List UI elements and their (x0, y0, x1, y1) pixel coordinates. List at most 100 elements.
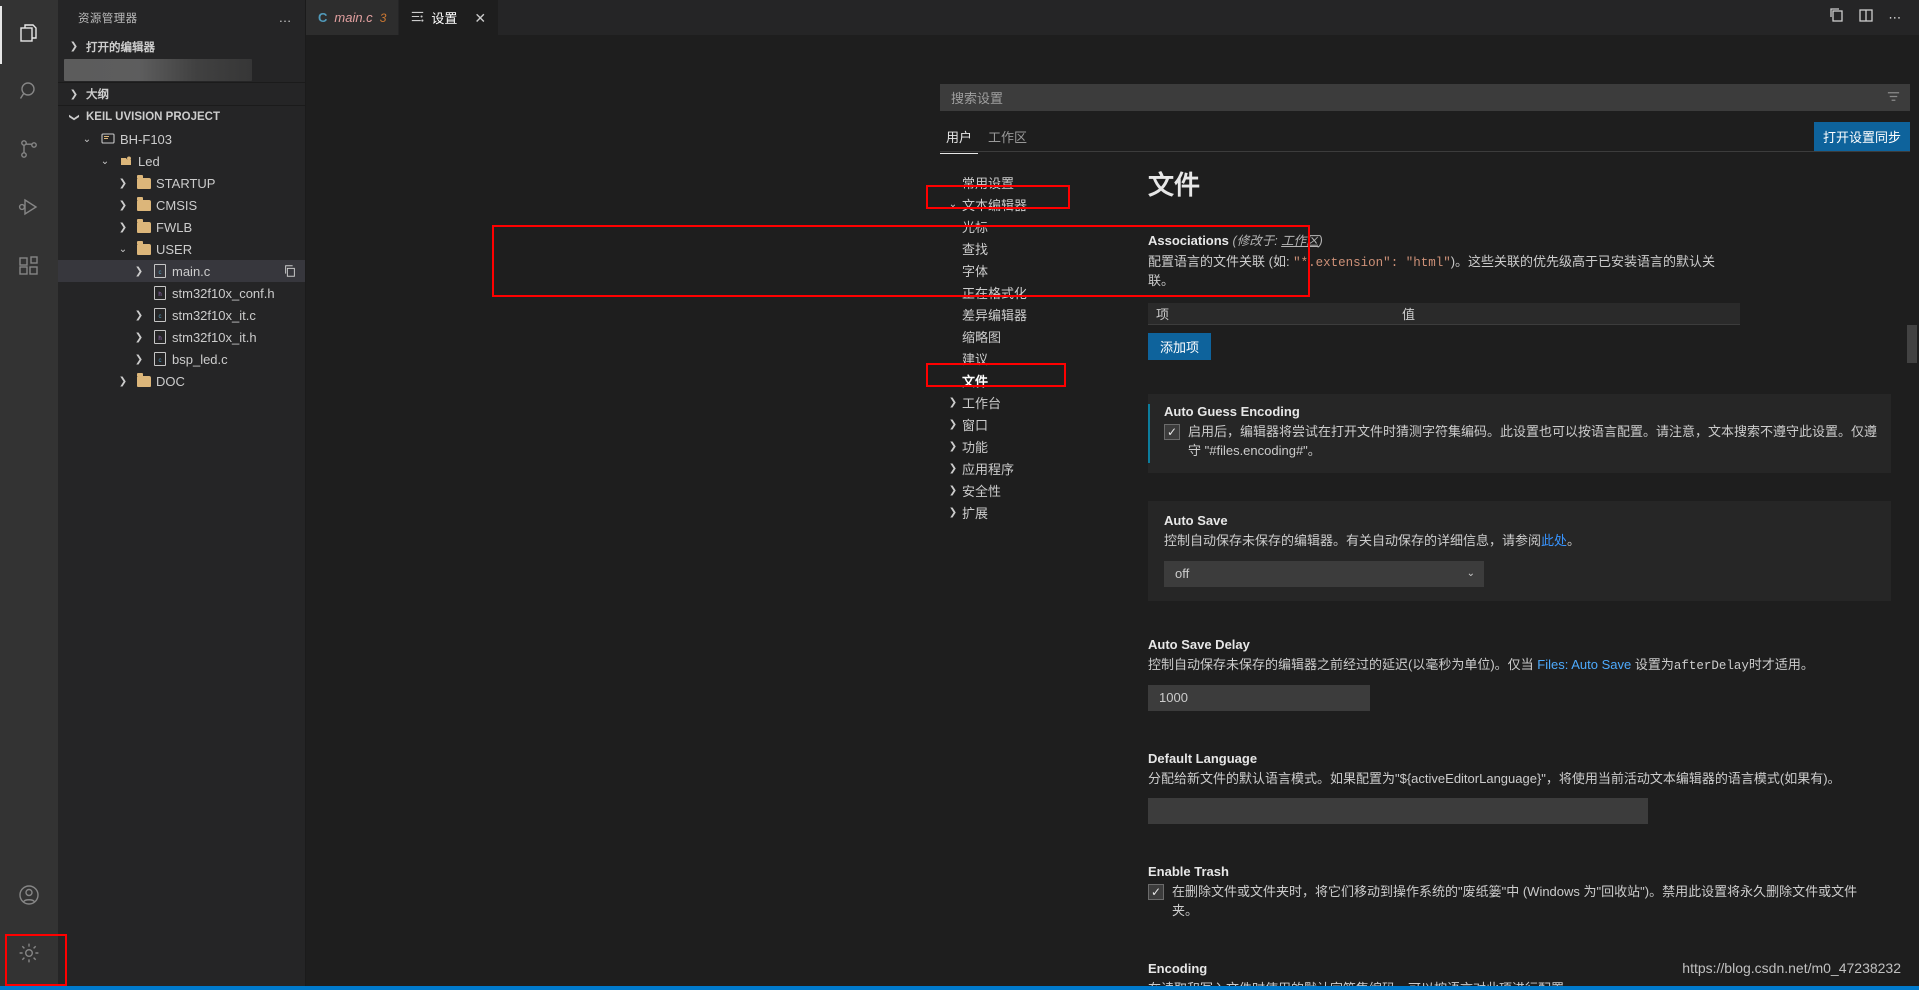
tab-user-settings[interactable]: 用户 (940, 125, 979, 154)
chevron-right-icon: ❯ (948, 484, 958, 496)
toc-item-label: 字体 (962, 263, 989, 279)
settings-search-input[interactable]: 搜索设置 (940, 84, 1910, 111)
tree-item-bh-f103[interactable]: ⌄ BH-F103 (58, 128, 305, 150)
tree-item-main-c[interactable]: ❯ c main.c (58, 260, 305, 282)
account-icon (17, 883, 41, 912)
tab-main-c[interactable]: C main.c 3 (306, 0, 400, 35)
tree-item-bsp-led-c[interactable]: ❯ c bsp_led.c (58, 348, 305, 370)
setting-description: 启用后，编辑器将尝试在打开文件时猜测字符集编码。此设置也可以按语言配置。请注意，… (1188, 423, 1878, 458)
activity-run-debug[interactable] (0, 180, 58, 238)
tree-item-startup[interactable]: ❯ STARTUP (58, 172, 305, 194)
modified-prefix: (修改于: (1232, 234, 1282, 248)
tree-item-stm32f10x-it-c[interactable]: ❯ c stm32f10x_it.c (58, 304, 305, 326)
activity-search[interactable] (0, 64, 58, 122)
chevron-down-icon: ❯ (68, 112, 80, 122)
toc-item-find[interactable]: 查找 (940, 237, 1132, 259)
split-editor-icon[interactable] (283, 264, 297, 278)
toc-item-label: 安全性 (962, 483, 1002, 499)
activity-bar-bottom-group (0, 868, 58, 990)
source-control-icon (17, 137, 41, 166)
default-language-input[interactable] (1148, 798, 1648, 825)
settings-divider (940, 151, 1910, 152)
toc-item-font[interactable]: 字体 (940, 259, 1132, 281)
chevron-down-icon: ⌄ (82, 133, 92, 145)
section-open-editors[interactable]: ❯ 打开的编辑器 (58, 35, 305, 58)
auto-guess-encoding-checkbox[interactable]: ✓ (1164, 423, 1180, 440)
tab-workspace-settings[interactable]: 工作区 (982, 125, 1033, 154)
tree-item-label: BH-F103 (120, 131, 173, 147)
setting-associations: Associations (修改于: 工作区) 配置语言的文件关联 (如: "*… (1144, 226, 1891, 374)
toc-item-minimap[interactable]: 缩略图 (940, 325, 1132, 347)
open-settings-sync-button[interactable]: 打开设置同步 (1813, 122, 1910, 151)
tree-item-led[interactable]: ⌄ Led (58, 150, 305, 172)
toc-item-commonly-used[interactable]: ❯ 常用设置 (940, 171, 1132, 193)
folder-icon (135, 196, 153, 211)
desc-part-3: 时才适用。 (1748, 656, 1814, 672)
split-editor-icon[interactable] (1828, 7, 1844, 28)
chevron-down-icon: ⌄ (118, 243, 128, 255)
toc-item-diff-editor[interactable]: 差异编辑器 (940, 303, 1132, 325)
toc-item-extensions[interactable]: ❯ 扩展 (940, 501, 1132, 523)
more-actions-icon[interactable]: ⋯ (1888, 10, 1903, 26)
toc-item-security[interactable]: ❯ 安全性 (940, 479, 1132, 501)
tree-item-stm32f10x-it-h[interactable]: ❯ h stm32f10x_it.h (58, 326, 305, 348)
chevron-right-icon: ❯ (948, 506, 958, 518)
setting-checkbox-row: ✓ 在删除文件或文件夹时，将它们移动到操作系统的"废纸篓"中 (Windows … (1148, 883, 1891, 921)
activity-accounts[interactable] (0, 868, 58, 926)
sidebar-more-actions[interactable]: … (279, 10, 294, 25)
toc-item-cursor[interactable]: 光标 (940, 215, 1132, 237)
toc-item-label: 文本编辑器 (962, 197, 1028, 213)
activity-explorer[interactable] (0, 6, 58, 64)
setting-key: Auto Save Delay (1148, 636, 1250, 652)
setting-key: Enable Trash (1148, 864, 1229, 880)
tab-settings[interactable]: 设置 ✕ (399, 0, 500, 35)
c-language-icon: C (318, 10, 328, 25)
setting-description: 在删除文件或文件夹时，将它们移动到操作系统的"废纸篓"中 (Windows 为"… (1172, 884, 1858, 919)
column-header-item: 项 (1156, 306, 1170, 322)
toc-item-text-editor[interactable]: ⌄ 文本编辑器 (940, 193, 1132, 215)
close-icon[interactable]: ✕ (474, 11, 486, 25)
layout-icon[interactable] (1858, 7, 1874, 28)
toc-item-features[interactable]: ❯ 功能 (940, 435, 1132, 457)
tree-item-doc[interactable]: ❯ DOC (58, 370, 305, 392)
settings-scrollbar[interactable] (1907, 325, 1917, 363)
section-outline[interactable]: ❯ 大纲 (58, 82, 305, 105)
filter-icon[interactable] (1886, 89, 1901, 106)
toc-item-suggestions[interactable]: 建议 (940, 347, 1132, 369)
tree-item-label: stm32f10x_it.h (172, 329, 257, 345)
tree-item-label: USER (156, 241, 193, 257)
toc-item-formatting[interactable]: 正在格式化 (940, 281, 1132, 303)
setting-default-language: Default Language 分配给新文件的默认语言模式。如果配置为"${a… (1144, 747, 1891, 839)
desc-part-1: 控制自动保存未保存的编辑器之前经过的延迟(以毫秒为单位)。仅当 (1148, 656, 1538, 672)
activity-source-control[interactable] (0, 122, 58, 180)
toc-item-window[interactable]: ❯ 窗口 (940, 413, 1132, 435)
toc-item-application[interactable]: ❯ 应用程序 (940, 457, 1132, 479)
auto-guess-encoding-panel: Auto Guess Encoding ✓ 启用后，编辑器将尝试在打开文件时猜测… (1148, 393, 1891, 473)
tree-item-user[interactable]: ⌄ USER (58, 238, 305, 260)
activity-manage-settings[interactable] (0, 926, 58, 984)
section-keil-project[interactable]: ❯ KEIL UVISION PROJECT (58, 105, 305, 128)
auto-save-docs-link[interactable]: 此处 (1541, 533, 1567, 548)
add-item-button[interactable]: 添加项 (1148, 332, 1212, 360)
tree-item-cmsis[interactable]: ❯ CMSIS (58, 194, 305, 216)
auto-save-select[interactable]: off ⌄ (1164, 560, 1484, 587)
c-file-icon: c (151, 308, 169, 322)
auto-save-delay-input[interactable]: 1000 (1148, 684, 1370, 711)
toc-item-files[interactable]: 文件 (940, 369, 1132, 391)
tree-item-fwlb[interactable]: ❯ FWLB (58, 216, 305, 238)
setting-key: Auto Guess Encoding (1164, 403, 1300, 419)
modified-scope-link[interactable]: 工作区 (1281, 234, 1319, 248)
toc-item-workbench[interactable]: ❯ 工作台 (940, 391, 1132, 413)
files-auto-save-ref[interactable]: Files: Auto Save (1537, 657, 1631, 672)
vscode-window: 资源管理器 … ❯ 打开的编辑器 ❯ 大纲 ❯ KEIL UVISION PRO… (0, 0, 1919, 990)
tab-label: main.c (334, 10, 373, 25)
tree-item-label: FWLB (156, 219, 193, 235)
chevron-right-icon: ❯ (948, 462, 958, 474)
tree-item-stm32f10x-conf-h[interactable]: h stm32f10x_conf.h (58, 282, 305, 304)
column-header-value: 值 (1402, 306, 1416, 322)
activity-extensions[interactable] (0, 238, 58, 296)
enable-trash-checkbox[interactable]: ✓ (1148, 884, 1164, 901)
setting-key: Default Language (1148, 750, 1258, 766)
tree-item-label: bsp_led.c (172, 351, 228, 367)
h-file-icon: h (151, 286, 169, 300)
